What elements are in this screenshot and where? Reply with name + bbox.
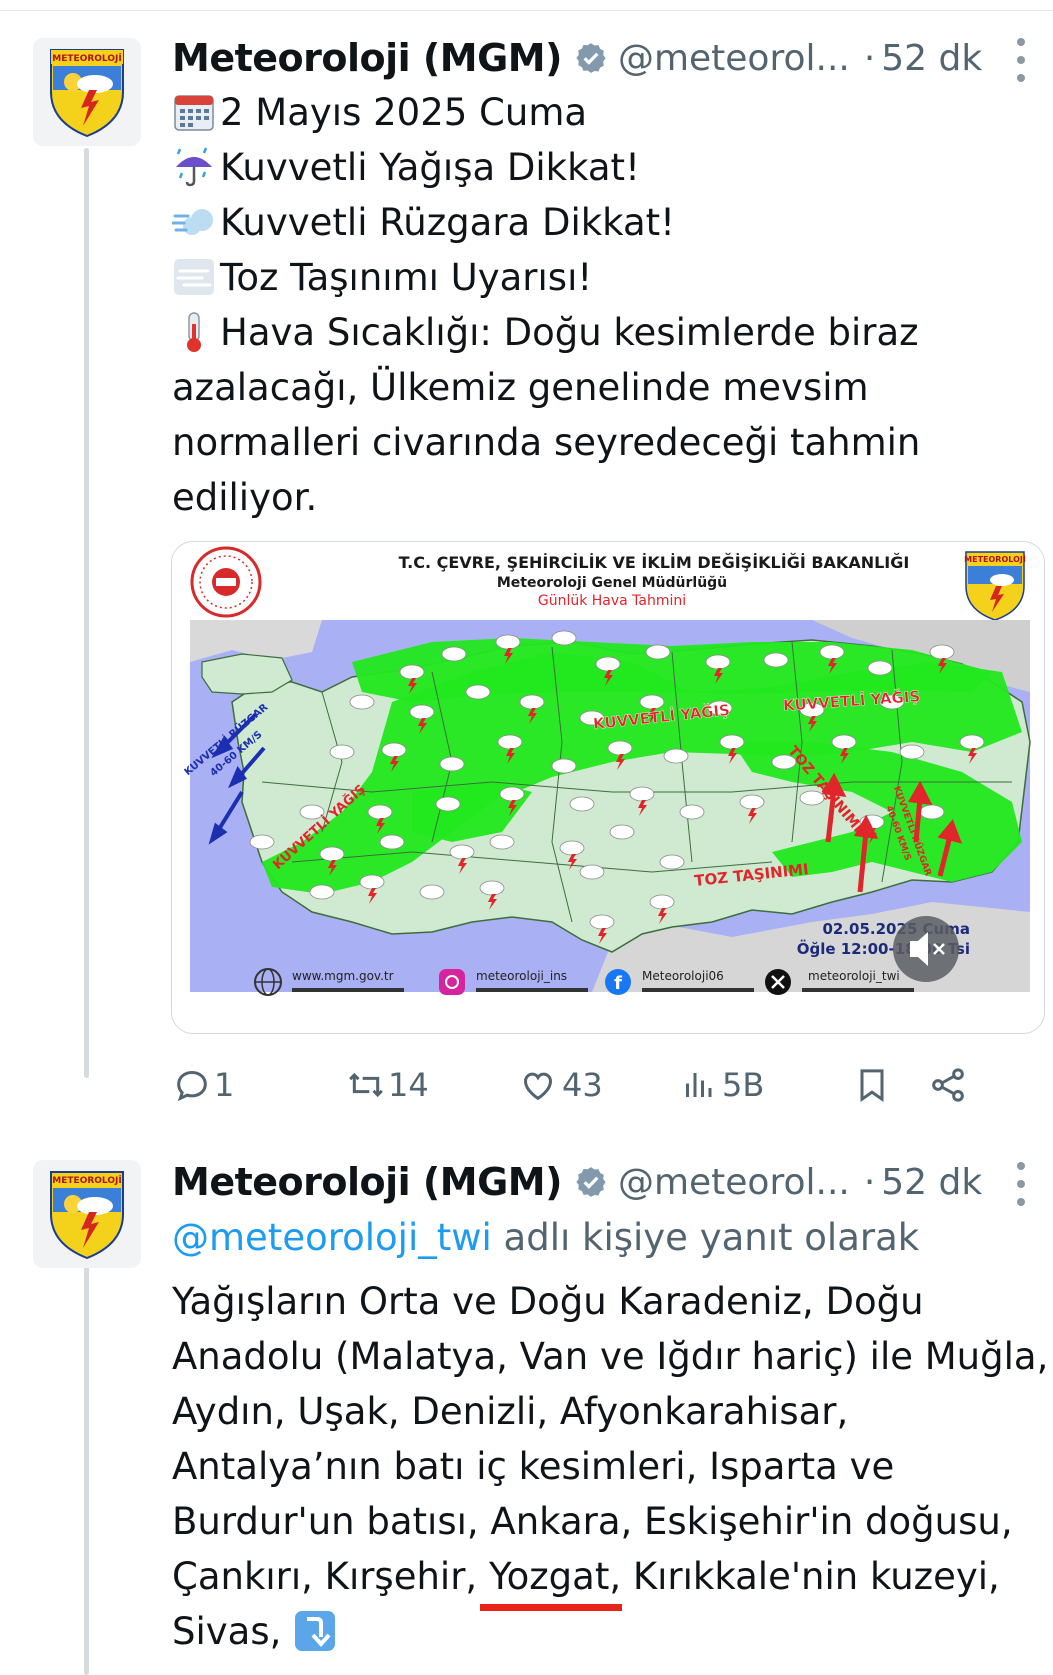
author-name[interactable]: Meteoroloji (MGM) <box>172 1160 562 1204</box>
fog-emoji-icon <box>172 255 218 301</box>
tweet-text: Yağışların Orta ve Doğu Karadeniz, Doğu … <box>172 1274 1048 1659</box>
author-handle[interactable]: @meteorol... <box>618 1162 850 1203</box>
tweet-time[interactable]: 52 dk <box>881 1162 982 1203</box>
like-count: 43 <box>562 1066 603 1104</box>
views-icon <box>686 1073 712 1097</box>
tweet-line-text: Sivas, <box>172 1610 282 1653</box>
mgm-logo-icon: METEOROLOJİ <box>50 1171 124 1260</box>
tweet-line: Antalya’nın batı iç kesimleri, Isparta v… <box>172 1439 1042 1494</box>
tweet-line-text: Toz Taşınımı Uyarısı! <box>220 256 593 299</box>
svg-text:METEOROLOJİ: METEOROLOJİ <box>52 1175 121 1186</box>
thread-connector <box>84 148 89 1078</box>
arrow-down-emoji-icon <box>293 1609 339 1655</box>
more-options-icon[interactable] <box>1011 38 1031 82</box>
reply-button[interactable]: 1 <box>172 1060 234 1110</box>
tweet-line: Çankırı, Kırşehir, Yozgat, Kırıkkale'nin… <box>172 1549 1042 1604</box>
tweet-line-text: azalacağı, Ülkemiz genelinde mevsim <box>172 366 869 409</box>
tweet-line: 2 Mayıs 2025 Cuma <box>172 85 1042 140</box>
author-handle[interactable]: @meteorol... <box>618 38 850 79</box>
avatar[interactable]: METEOROLOJİ <box>33 1160 141 1268</box>
top-divider <box>0 10 1053 11</box>
more-options-icon[interactable] <box>1011 1162 1031 1206</box>
tweet-line-text: ediliyor. <box>172 476 318 519</box>
mgm-logo-icon: METEOROLOJİ <box>50 49 124 138</box>
retweet-button[interactable]: 14 <box>346 1060 429 1110</box>
map-subtitle: Günlük Hava Tahmini <box>538 593 686 609</box>
tweet-line-text: Anadolu (Malatya, Van ve Iğdır hariç) il… <box>172 1335 1049 1378</box>
tweet-line-text: Kuvvetli Yağışa Dikkat! <box>220 146 640 189</box>
tweet-actions: 1 14 43 5B <box>172 1060 1032 1110</box>
tweet-line-text: normalleri civarında seyredeceği tahmin <box>172 421 921 464</box>
tweet-line: Kuvvetli Rüzgara Dikkat! <box>172 195 1042 250</box>
footer-facebook: Meteoroloji06 <box>642 969 724 983</box>
separator-dot: · <box>863 1161 876 1203</box>
avatar[interactable]: METEOROLOJİ <box>33 38 141 146</box>
reply-mention-link[interactable]: @meteoroloji_twi <box>172 1210 492 1265</box>
tweet-line-text: Kuvvetli Rüzgara Dikkat! <box>220 201 675 244</box>
yozgat-underline-annotation <box>480 1604 622 1611</box>
verified-badge-icon <box>574 41 608 75</box>
ministry-emblem-icon <box>190 546 262 618</box>
tweet-line: azalacağı, Ülkemiz genelinde mevsim <box>172 360 1042 415</box>
reply-icon <box>177 1070 207 1102</box>
retweet-count: 14 <box>388 1066 429 1104</box>
tweet-line: Yağışların Orta ve Doğu Karadeniz, Doğu <box>172 1274 1042 1329</box>
heart-icon <box>523 1072 553 1101</box>
verified-badge-icon <box>574 1165 608 1199</box>
umbrella-rain-emoji-icon <box>172 145 218 191</box>
tweet-line: Burdur'un batısı, Ankara, Eskişehir'in d… <box>172 1494 1042 1549</box>
instagram-icon <box>439 969 465 995</box>
separator-dot: · <box>863 37 876 79</box>
thread-connector <box>84 1262 89 1675</box>
tweet-line: Hava Sıcaklığı: Doğu kesimlerde biraz <box>172 305 1042 360</box>
directorate-name: Meteoroloji Genel Müdürlüğü <box>497 575 727 591</box>
tweet-line-text: Çankırı, Kırşehir, Yozgat, Kırıkkale'nin… <box>172 1555 1000 1598</box>
tweet-line-text: Aydın, Uşak, Denizli, Afyonkarahisar, <box>172 1390 849 1433</box>
share-button[interactable] <box>928 1060 968 1110</box>
footer-website: www.mgm.gov.tr <box>292 969 394 983</box>
tweet-line-text: Burdur'un batısı, Ankara, Eskişehir'in d… <box>172 1500 1013 1543</box>
views-button[interactable]: 5B <box>680 1060 764 1110</box>
bookmark-icon <box>860 1069 884 1103</box>
tweet-line: Kuvvetli Yağışa Dikkat! <box>172 140 1042 195</box>
share-icon <box>932 1068 964 1102</box>
bookmark-button[interactable] <box>852 1060 892 1110</box>
svg-text:METEOROLOJİ: METEOROLOJİ <box>52 53 121 64</box>
tweet-text: 2 Mayıs 2025 Cuma Kuvvetli Yağışa Dikkat… <box>172 85 1042 525</box>
tweet-line: Toz Taşınımı Uyarısı! <box>172 250 1042 305</box>
footer-instagram: meteoroloji_ins <box>476 969 567 983</box>
svg-text:METEOROLOJİ: METEOROLOJİ <box>964 554 1026 564</box>
like-button[interactable]: 43 <box>518 1060 603 1110</box>
wind-emoji-icon <box>172 200 218 246</box>
author-name[interactable]: Meteoroloji (MGM) <box>172 36 562 80</box>
tweet-line: ediliyor. <box>172 470 1042 525</box>
reply-context: @meteoroloji_twi adlı kişiye yanıt olara… <box>172 1210 1042 1265</box>
retweet-icon <box>349 1072 383 1098</box>
tweet-line-text: Yağışların Orta ve Doğu Karadeniz, Doğu <box>172 1280 924 1323</box>
reply-suffix: adlı kişiye yanıt olarak <box>491 1216 920 1259</box>
tweet-line: normalleri civarında seyredeceği tahmin <box>172 415 1042 470</box>
tweet-header: Meteoroloji (MGM) @meteorol... · 52 dk <box>172 1152 982 1212</box>
views-count: 5B <box>722 1066 765 1104</box>
reply-count: 1 <box>214 1066 235 1104</box>
mute-button[interactable] <box>893 916 959 982</box>
tweet-time[interactable]: 52 dk <box>881 38 982 79</box>
tweet-header: Meteoroloji (MGM) @meteorol... · 52 dk <box>172 28 982 88</box>
svg-text:f: f <box>614 973 622 994</box>
tweet-line: Anadolu (Malatya, Van ve Iğdır hariç) il… <box>172 1329 1048 1384</box>
calendar-emoji-icon <box>172 90 218 136</box>
ministry-title: T.C. ÇEVRE, ŞEHİRCİLİK VE İKLİM DEĞİŞİKL… <box>399 553 910 572</box>
tweet-line: Sivas, <box>172 1604 1042 1659</box>
tweet-line: Aydın, Uşak, Denizli, Afyonkarahisar, <box>172 1384 1042 1439</box>
tweet-line-text: Hava Sıcaklığı: Doğu kesimlerde biraz <box>220 311 919 354</box>
footer-x: meteoroloji_twi <box>808 969 900 983</box>
tweet-line-text: Antalya’nın batı iç kesimleri, Isparta v… <box>172 1445 895 1488</box>
forecast-map-image[interactable]: T.C. ÇEVRE, ŞEHİRCİLİK VE İKLİM DEĞİŞİKL… <box>171 541 1045 1034</box>
tweet-line-text: 2 Mayıs 2025 Cuma <box>220 91 588 134</box>
thermometer-emoji-icon <box>172 310 218 356</box>
